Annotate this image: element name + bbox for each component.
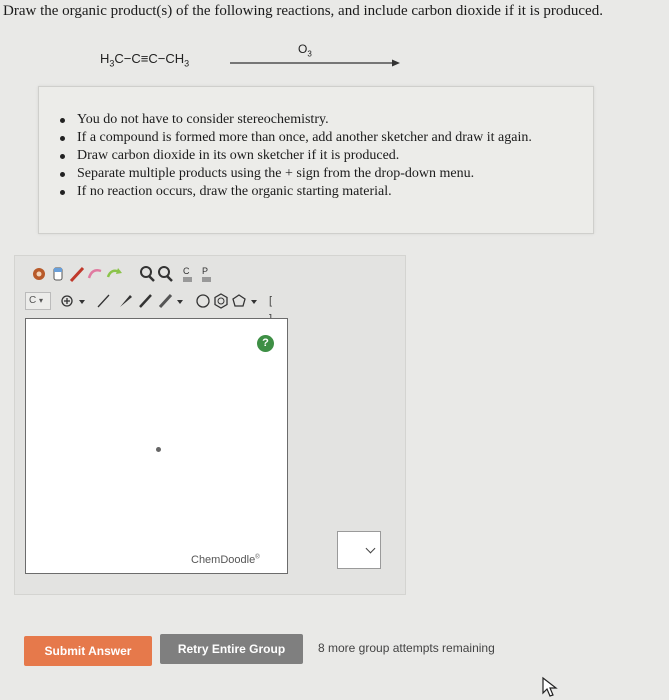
copy-icon[interactable]: C [181, 265, 195, 283]
canvas-dot [156, 447, 161, 452]
reaction-arrow-icon [230, 59, 400, 67]
instruction-item: You do not have to consider stereochemis… [60, 111, 593, 129]
eraser-icon[interactable] [51, 265, 65, 283]
operator-select[interactable] [337, 531, 381, 569]
atom-selector[interactable]: C ▾ [25, 292, 51, 310]
reaction-scheme: H3C−C≡C−CH3 O3 [100, 42, 400, 78]
instruction-item: Separate multiple products using the + s… [60, 165, 593, 183]
chemdoodle-logo: ChemDoodle® [191, 554, 260, 566]
zoom-out-icon[interactable] [157, 265, 173, 283]
bold-bond-tool[interactable] [137, 292, 155, 310]
sketcher-panel: C P C ▾ [ ] ? ChemDoodle® [14, 255, 406, 595]
sketcher-canvas[interactable]: ? ChemDoodle® [25, 318, 288, 574]
chevron-down-icon [365, 543, 376, 554]
instruction-item: If a compound is formed more than once, … [60, 129, 593, 147]
paste-icon[interactable]: P [200, 265, 214, 283]
retry-group-button[interactable]: Retry Entire Group [160, 634, 303, 664]
undo-icon[interactable] [105, 265, 123, 283]
instructions-list: You do not have to consider stereochemis… [39, 87, 593, 201]
svg-text:C: C [183, 266, 190, 276]
wedge-bond-tool[interactable] [117, 292, 135, 310]
help-icon[interactable]: ? [257, 335, 274, 352]
svg-text:P: P [202, 266, 208, 276]
bracket-tool[interactable]: [ ] [269, 292, 272, 325]
zoom-in-icon[interactable] [139, 265, 155, 283]
reagent-label: O3 [298, 42, 312, 59]
question-prompt: Draw the organic product(s) of the follo… [3, 3, 603, 19]
reactant-formula: H3C−C≡C−CH3 [100, 51, 190, 69]
charge-selector[interactable] [59, 292, 89, 310]
single-bond-tool[interactable] [95, 292, 113, 310]
lasso-icon[interactable] [87, 265, 103, 283]
open-icon[interactable] [31, 265, 47, 283]
bond-dropdown[interactable] [157, 292, 187, 310]
instructions-box: You do not have to consider stereochemis… [38, 86, 594, 234]
mouse-cursor-icon [542, 676, 558, 697]
instruction-item: If no reaction occurs, draw the organic … [60, 183, 593, 201]
instruction-item: Draw carbon dioxide in its own sketcher … [60, 147, 593, 165]
pencil-icon[interactable] [69, 265, 85, 283]
submit-answer-button[interactable]: Submit Answer [24, 636, 152, 666]
cyclopentane-tool[interactable] [195, 292, 211, 310]
benzene-tool[interactable] [213, 292, 229, 310]
attempts-remaining: 8 more group attempts remaining [318, 641, 495, 655]
cyclohexane-tool[interactable] [231, 292, 261, 310]
